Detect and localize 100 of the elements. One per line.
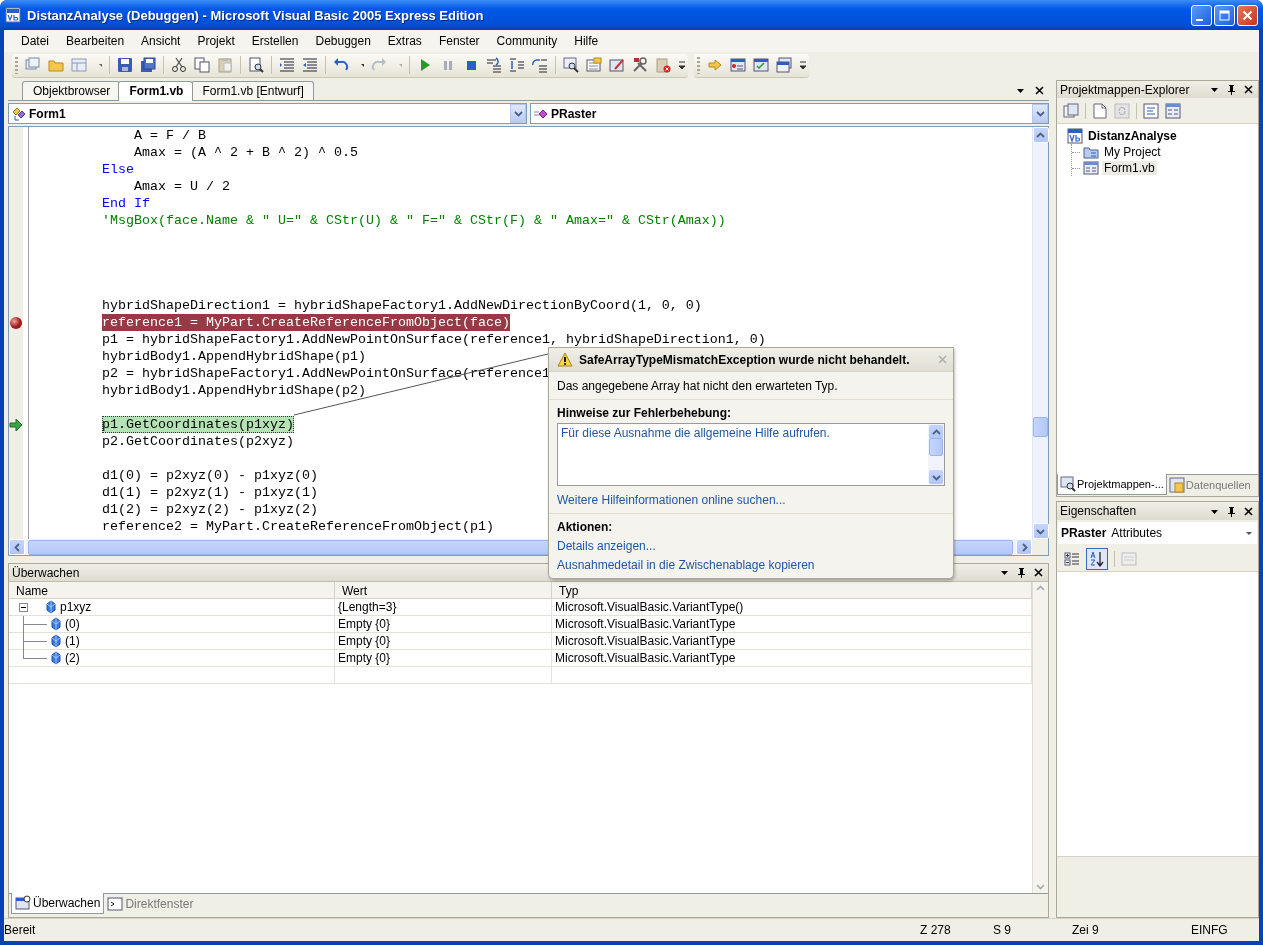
tree-item[interactable]: My Project xyxy=(1102,145,1163,159)
column-header[interactable]: Typ xyxy=(552,582,1032,600)
close-icon[interactable] xyxy=(1243,505,1254,517)
scissors-icon[interactable] xyxy=(171,57,187,73)
tools-icon[interactable] xyxy=(632,57,648,73)
code-line: A = F / B xyxy=(133,127,206,144)
menu-item[interactable]: Fenster xyxy=(431,32,487,50)
indent-lines-icon[interactable] xyxy=(279,57,295,73)
undo-icon[interactable] xyxy=(333,57,349,73)
document-icon[interactable] xyxy=(1092,102,1108,119)
column-header[interactable]: Name xyxy=(9,582,335,600)
menu-item[interactable]: Community xyxy=(489,32,565,50)
scroll-arrow-button[interactable] xyxy=(1016,539,1032,556)
step-into-icon[interactable] xyxy=(486,57,502,73)
dropdown-button[interactable] xyxy=(1032,104,1048,123)
panel-tab[interactable]: Überwachen xyxy=(11,893,105,914)
menu-item[interactable]: Projekt xyxy=(190,32,242,50)
collapse-toggle-icon[interactable] xyxy=(19,602,28,612)
section-heading: Hinweise zur Fehlerbehebung: xyxy=(557,406,733,420)
menu-item[interactable]: Debuggen xyxy=(308,32,378,50)
class-icon xyxy=(11,105,27,122)
table-cell: Empty {0} xyxy=(335,616,552,634)
minimize-button[interactable] xyxy=(1191,4,1212,26)
document-tab[interactable]: Form1.vb xyxy=(118,81,194,101)
member-dropdown[interactable]: PRaster xyxy=(530,103,1049,124)
column-header[interactable]: Wert xyxy=(335,582,552,600)
sort-alphabetical-button[interactable] xyxy=(1086,547,1108,570)
edit-window-icon[interactable] xyxy=(609,57,625,73)
menu-item[interactable]: Datei xyxy=(14,32,56,50)
close-button[interactable] xyxy=(1237,4,1258,26)
copy-icon[interactable] xyxy=(194,57,210,73)
help-link[interactable]: Für diese Ausnahme die allgemeine Hilfe aufrufen. xyxy=(561,426,830,440)
close-icon[interactable] xyxy=(1243,84,1254,95)
code-line: 'MsgBox(face.Name & " U=" & CStr(U) & " F=" & CStr(F) & " Amax=" & CStr(Amax)) xyxy=(102,212,726,229)
maximize-button[interactable] xyxy=(1214,4,1235,26)
scroll-thumb[interactable] xyxy=(929,437,943,456)
panel-title: Projektmappen-Explorer xyxy=(1060,82,1190,97)
stack-window-icon[interactable] xyxy=(776,57,792,73)
document-tab[interactable]: Objektbrowser xyxy=(22,81,121,100)
panel-tab[interactable]: Datenquellen xyxy=(1166,475,1253,495)
menu-item[interactable]: Hilfe xyxy=(567,32,606,50)
close-icon[interactable] xyxy=(1034,85,1045,96)
help-link[interactable]: Weitere Hilfeinformationen online suchen... xyxy=(557,493,786,507)
tree-item[interactable]: DistanzAnalyse xyxy=(1086,129,1179,143)
scroll-arrow-button[interactable] xyxy=(929,425,943,439)
document-tab[interactable]: Form1.vb [Entwurf] xyxy=(191,81,314,100)
table-cell: Empty {0} xyxy=(335,650,552,668)
code-line: End If xyxy=(102,195,150,212)
outdent-lines-icon[interactable] xyxy=(302,57,318,73)
watch-window-icon xyxy=(15,895,31,911)
pin-icon[interactable] xyxy=(1226,84,1237,95)
tree-item[interactable]: Form1.vb xyxy=(1102,161,1157,175)
menu-item[interactable]: Extras xyxy=(380,32,429,50)
code-line: d1(1) = p2xyz(1) - p1xyz(1) xyxy=(102,484,318,501)
class-dropdown[interactable]: Form1 xyxy=(8,103,527,124)
save-icon[interactable] xyxy=(117,57,133,73)
clipboard-icon[interactable] xyxy=(217,57,233,73)
class-name: Form1 xyxy=(29,106,66,121)
find-document-icon[interactable] xyxy=(248,57,264,73)
exception-title: SafeArrayTypeMismatchException wurde nicht behandelt. xyxy=(579,352,910,367)
panel-tab[interactable]: Projektmappen-... xyxy=(1057,474,1167,495)
vertical-scrollbar[interactable] xyxy=(1032,127,1048,540)
menu-item[interactable]: Bearbeiten xyxy=(59,32,132,50)
action-link[interactable]: Details anzeigen... xyxy=(557,539,656,553)
scroll-thumb[interactable] xyxy=(1033,417,1048,438)
checked-window-icon[interactable] xyxy=(753,57,769,73)
vertical-scrollbar[interactable] xyxy=(928,424,944,485)
warning-icon xyxy=(557,351,573,368)
pin-icon[interactable] xyxy=(1016,567,1027,579)
scroll-arrow-button[interactable] xyxy=(1032,127,1049,143)
pin-icon[interactable] xyxy=(1226,505,1237,517)
member-name: PRaster xyxy=(551,106,597,121)
code-line: hybridBody1.AppendHybridShape(p1) xyxy=(102,348,366,365)
magnifier-window-icon[interactable] xyxy=(563,57,579,73)
menu-item[interactable]: Ansicht xyxy=(134,32,188,50)
form-icon xyxy=(1083,160,1099,176)
save-all-icon[interactable] xyxy=(140,57,156,73)
variable-icon xyxy=(46,600,56,615)
arrow-icon[interactable] xyxy=(707,57,723,73)
show-all-files-icon[interactable] xyxy=(1063,102,1079,119)
clipboard-error-icon[interactable] xyxy=(655,57,671,73)
scroll-arrow-button[interactable] xyxy=(929,470,943,484)
code-line: Else xyxy=(102,161,134,178)
step-over-icon[interactable] xyxy=(509,57,525,73)
scroll-arrow-button[interactable] xyxy=(1032,523,1049,540)
code-line: Amax = (A ^ 2 + B ^ 2) ^ 0.5 xyxy=(133,144,358,161)
caret-icon[interactable] xyxy=(1245,530,1253,536)
designer-view-icon[interactable] xyxy=(1165,102,1181,119)
dropdown-button[interactable] xyxy=(510,104,526,123)
properties-window-icon[interactable] xyxy=(586,57,602,73)
panel-title: Eigenschaften xyxy=(1060,504,1137,518)
code-view-icon[interactable] xyxy=(1143,102,1159,119)
panel-tab[interactable]: Direktfenster xyxy=(104,894,197,914)
step-out-icon[interactable] xyxy=(532,57,548,73)
object-dropdown[interactable]: PRaster Attributes xyxy=(1058,522,1257,544)
scroll-arrow-button[interactable] xyxy=(9,539,25,556)
action-link[interactable]: Ausnahmedetail in die Zwischenablage kopieren xyxy=(557,558,815,572)
breakpoint-window-icon[interactable] xyxy=(730,57,746,73)
close-icon[interactable] xyxy=(1033,567,1044,579)
menu-item[interactable]: Erstellen xyxy=(244,32,306,50)
